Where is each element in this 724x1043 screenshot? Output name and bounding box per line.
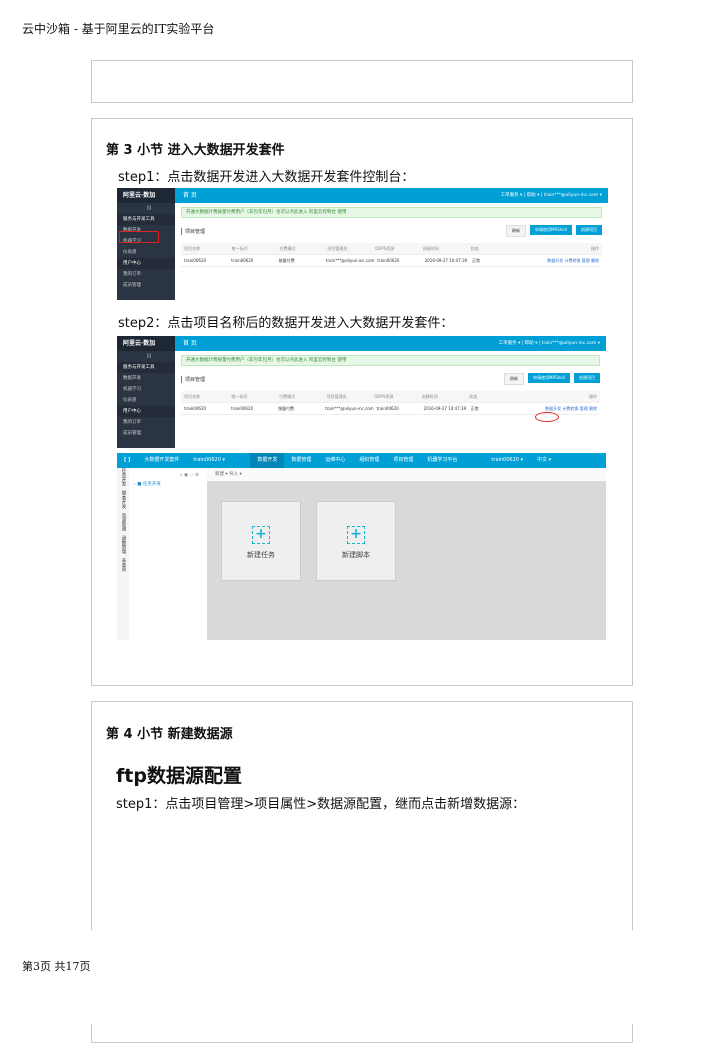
sidebar-item: 我的订单 — [123, 420, 141, 425]
mrshell-button: 申请使用MRShell — [530, 225, 572, 235]
section-title: 第 4 小节 新建数据源 — [106, 727, 233, 742]
step-text: step2：点击项目名称后的数据开发进入大数据开发套件： — [118, 316, 454, 331]
sidebar-group: 用户中心 — [117, 406, 175, 417]
notice-bar: 开通大数据计费按量付费用户（非包年包月）也可以点此进入 阿里云控制台 使用 — [181, 207, 602, 218]
sidebar-item: 成员管理 — [123, 431, 141, 436]
step-text: step1：点击数据开发进入大数据开发套件控制台： — [118, 170, 415, 185]
section-label: 项目管理 — [181, 376, 205, 383]
console-screenshot-2: 阿里云·数加 ||| 服务与开发工具 数据开发 机器学习 仪表盘 用户中心 我的… — [117, 336, 606, 448]
refresh-button: 刷新 — [504, 373, 524, 385]
ide-file-tree: ⌕ ▣ ◌ ⚙ › ■ 任务开发 — [129, 468, 207, 640]
console-logo: 阿里云·数加 — [117, 336, 175, 351]
sidebar-item: 我的订单 — [123, 272, 141, 277]
console-logo: 阿里云·数加 — [117, 188, 175, 203]
sidebar-item: 仪表盘 — [123, 398, 137, 403]
project-table: 项目名称 唯一标识 付费模式 项目管理员 ODPS资源 创建时间 状态 操作 train006… — [181, 243, 602, 267]
section-label: 项目管理 — [181, 228, 205, 235]
sidebar-group: 服务与开发工具 — [117, 214, 175, 225]
ide-side-tabs: 任务开发 脚本开发 资源管理 函数管理 表查询 — [117, 468, 129, 640]
mrshell-button: 申请使用MRShell — [528, 373, 570, 383]
sidebar-group: 服务与开发工具 — [117, 362, 175, 373]
sidebar-item: 仪表盘 — [123, 250, 137, 255]
step-text: step1：点击项目管理>项目属性>数据源配置，继而点击新增数据源： — [116, 797, 526, 812]
refresh-button: 刷新 — [506, 225, 526, 237]
sidebar-item: 机器学习 — [123, 387, 141, 392]
ide-toolbar: 新建 ▾ 导入 ▾ — [207, 468, 606, 481]
console-sidebar: 阿里云·数加 ||| 服务与开发工具 数据开发 机器学习 仪表盘 用户中心 我的… — [117, 188, 175, 300]
console-sidebar: 阿里云·数加 ||| 服务与开发工具 数据开发 机器学习 仪表盘 用户中心 我的… — [117, 336, 175, 448]
create-project-button: 创建项目 — [574, 373, 600, 383]
highlight-box — [119, 231, 159, 243]
notice-bar: 开通大数据计费按量付费用户（非包年包月）也可以点此进入 阿里云控制台 使用 — [181, 355, 600, 366]
ide-screenshot: [ ] 大数据开发套件 train00620 ▾ 数据开发 数据管理 运维中心 组织管理 项目… — [117, 453, 606, 640]
document-header: 云中沙箱 - 基于阿里云的IT实验平台 — [22, 22, 215, 36]
console-topbar: 首 页工单服务 ▾ | 帮助 ▾ | train***@aliyun-inc.c… — [175, 188, 608, 203]
previous-section-box — [91, 60, 633, 103]
console-screenshot-1: 阿里云·数加 ||| 服务与开发工具 数据开发 机器学习 仪表盘 用户中心 我的… — [117, 188, 608, 300]
new-task-card: + 新建任务 — [221, 501, 301, 581]
sidebar-item: 数据开发 — [123, 376, 141, 381]
page-footer: 第3页 共17页 — [22, 960, 91, 973]
subsection-title: ftp数据源配置 — [116, 765, 242, 787]
new-script-card: + 新建脚本 — [316, 501, 396, 581]
project-table: 项目名称 唯一标识 付费模式 项目管理员 ODPS资源 创建时间 状态 操作 train006… — [181, 391, 600, 415]
create-project-button: 创建项目 — [576, 225, 602, 235]
highlight-ellipse — [535, 412, 559, 422]
console-topbar: 首 页工单服务 ▾ | 帮助 ▾ | train***@aliyun-inc.c… — [175, 336, 606, 351]
sidebar-item: 成员管理 — [123, 283, 141, 288]
ide-topbar: [ ] 大数据开发套件 train00620 ▾ 数据开发 数据管理 运维中心 组织管理 项目… — [117, 453, 606, 468]
section-title: 第 3 小节 进入大数据开发套件 — [106, 143, 285, 158]
sidebar-group: 用户中心 — [117, 258, 175, 269]
